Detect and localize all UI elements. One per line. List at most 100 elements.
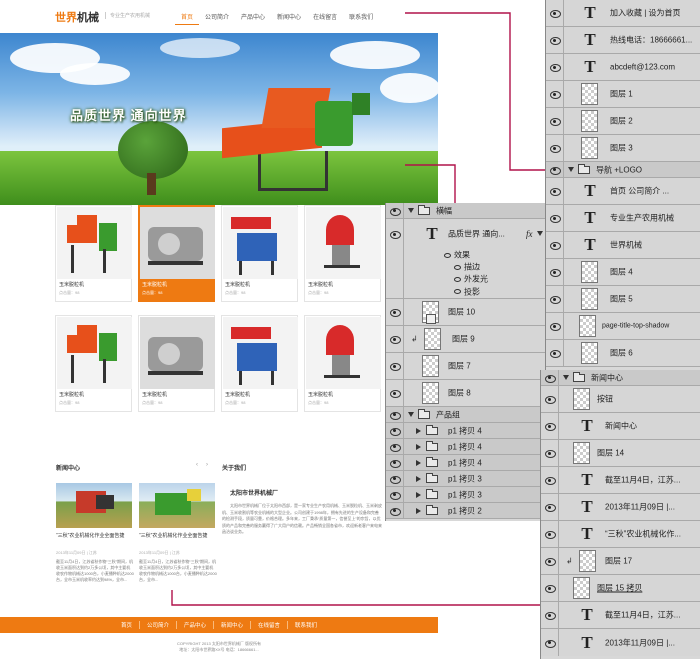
product-card[interactable]: 玉米脱粒机 点击量：98 — [304, 315, 381, 412]
layer-row[interactable]: 图层 4 — [546, 259, 700, 286]
news-item-title[interactable]: “三秋”农业机械化作业全面告捷 — [139, 533, 217, 540]
footer-nav-about[interactable]: 公司简介 — [140, 621, 177, 629]
layer-row[interactable]: T 2013年11月09日 |... — [541, 494, 700, 521]
collapsed-triangle-icon[interactable] — [416, 459, 421, 466]
visibility-eye-icon[interactable] — [550, 37, 561, 45]
nav-item-contact[interactable]: 联系我们 — [343, 9, 379, 25]
effect-eye-icon[interactable] — [454, 289, 461, 294]
product-card[interactable]: 玉米脱粒机 点击量：98 — [138, 315, 215, 412]
product-card[interactable]: 玉米脱粒机 点击量：98 — [55, 205, 132, 302]
layer-row[interactable]: T 新闻中心 — [541, 413, 700, 440]
visibility-eye-icon[interactable] — [550, 242, 561, 250]
footer-nav-home[interactable]: 首页 — [114, 621, 140, 629]
visibility-eye-icon[interactable] — [390, 443, 401, 452]
layer-row[interactable]: 图层 2 — [546, 108, 700, 135]
expand-triangle-icon[interactable] — [568, 166, 574, 172]
visibility-eye-icon[interactable] — [390, 491, 401, 500]
nav-item-about[interactable]: 公司简介 — [199, 9, 235, 25]
visibility-eye-icon[interactable] — [390, 363, 401, 371]
product-card[interactable]: 玉米脱粒机 点击量：98 — [304, 205, 381, 302]
layer-row[interactable]: 图层 8 — [386, 380, 545, 407]
layer-row[interactable]: 图层 14 — [541, 440, 700, 467]
layer-group-row[interactable]: p1 拷贝 4 — [386, 455, 545, 471]
expand-triangle-icon[interactable] — [563, 374, 569, 380]
layer-row[interactable]: T 加入收藏 | 设为首页 — [546, 0, 700, 27]
collapsed-triangle-icon[interactable] — [416, 507, 421, 514]
layer-row[interactable]: T 截至11月4日，江苏... — [541, 602, 700, 629]
visibility-eye-icon[interactable] — [550, 296, 561, 304]
product-card[interactable]: 玉米脱粒机 点击量：98 — [221, 315, 298, 412]
visibility-eye-icon[interactable] — [545, 558, 556, 566]
visibility-eye-icon[interactable] — [390, 459, 401, 468]
effect-eye-icon[interactable] — [454, 276, 461, 282]
layer-group-row[interactable]: p1 拷贝 4 — [386, 439, 545, 455]
collapsed-triangle-icon[interactable] — [416, 427, 421, 434]
visibility-eye-icon[interactable] — [390, 507, 401, 516]
layer-group-row[interactable]: 横幅 — [386, 203, 545, 219]
layer-row[interactable]: T 截至11月4日，江苏... — [541, 467, 700, 494]
visibility-eye-icon[interactable] — [550, 118, 561, 126]
collapsed-triangle-icon[interactable] — [416, 475, 421, 482]
effect-eye-icon[interactable] — [444, 252, 451, 258]
visibility-eye-icon[interactable] — [545, 612, 556, 620]
expand-triangle-icon[interactable] — [408, 207, 414, 213]
layer-row[interactable]: T “三秋”农业机械化作... — [541, 521, 700, 548]
layer-group-row[interactable]: p1 拷贝 4 — [386, 423, 545, 439]
news-thumbnail[interactable] — [56, 483, 132, 528]
product-card[interactable]: 玉米脱粒机 点击量：98 — [221, 205, 298, 302]
collapsed-triangle-icon[interactable] — [416, 443, 421, 450]
layer-row[interactable]: ↲ 图层 17 — [541, 548, 700, 575]
visibility-eye-icon[interactable] — [550, 215, 561, 223]
layer-row[interactable]: 图层 7 — [386, 353, 545, 380]
visibility-eye-icon[interactable] — [545, 477, 556, 485]
visibility-eye-icon[interactable] — [550, 188, 561, 196]
product-card[interactable]: 玉米脱粒机 点击量：98 — [55, 315, 132, 412]
layer-row[interactable]: page-title-top-shadow — [546, 313, 700, 340]
visibility-eye-icon[interactable] — [545, 639, 556, 648]
footer-nav-news[interactable]: 新闻中心 — [214, 621, 252, 629]
layer-group-row[interactable]: 产品组 — [386, 407, 545, 423]
footer-nav-message[interactable]: 在线留言 — [251, 621, 289, 629]
visibility-eye-icon[interactable] — [390, 475, 401, 484]
visibility-eye-icon[interactable] — [390, 336, 401, 344]
layer-row[interactable]: 图层 1 — [546, 81, 700, 108]
footer-nav-contact[interactable]: 联系我们 — [288, 621, 324, 629]
layer-row[interactable]: T 2013年11月09日 |... — [541, 629, 700, 656]
nav-item-message[interactable]: 在线留言 — [307, 9, 343, 25]
nav-item-products[interactable]: 产品中心 — [235, 9, 271, 25]
visibility-eye-icon[interactable] — [390, 390, 401, 398]
news-prev-button[interactable]: ‹ — [196, 462, 198, 468]
visibility-eye-icon[interactable] — [390, 207, 401, 216]
expand-triangle-icon[interactable] — [408, 411, 414, 417]
news-next-button[interactable]: › — [206, 462, 208, 468]
visibility-eye-icon[interactable] — [550, 145, 561, 153]
layer-row[interactable]: 按钮 — [541, 386, 700, 413]
product-card[interactable]: 玉米脱粒机 点击量：98 — [138, 205, 215, 302]
visibility-eye-icon[interactable] — [545, 504, 556, 512]
visibility-eye-icon[interactable] — [390, 411, 401, 420]
visibility-eye-icon[interactable] — [545, 450, 556, 458]
layer-row[interactable]: T 品质世界 通向... fx — [386, 219, 545, 249]
layer-row[interactable]: T 首页 公司简介 ... — [546, 178, 700, 205]
layer-row[interactable]: T abcdeft@123.com — [546, 54, 700, 81]
fx-effects-icon[interactable]: fx — [526, 229, 533, 239]
news-thumbnail[interactable] — [139, 483, 215, 528]
layer-group-row[interactable]: p1 拷贝 3 — [386, 487, 545, 503]
layer-row[interactable]: 图层 5 — [546, 286, 700, 313]
visibility-eye-icon[interactable] — [550, 10, 561, 18]
layer-row[interactable]: 图层 3 — [546, 135, 700, 162]
effect-eye-icon[interactable] — [454, 264, 461, 270]
visibility-eye-icon[interactable] — [550, 323, 561, 331]
layer-row[interactable]: T 世界机械 — [546, 232, 700, 259]
visibility-eye-icon[interactable] — [545, 396, 556, 404]
footer-nav-products[interactable]: 产品中心 — [177, 621, 214, 629]
layer-row[interactable]: 图层 10 — [386, 299, 545, 326]
visibility-eye-icon[interactable] — [545, 374, 556, 383]
site-logo[interactable]: 世界机械 — [55, 9, 99, 25]
visibility-eye-icon[interactable] — [550, 269, 561, 277]
visibility-eye-icon[interactable] — [550, 91, 561, 99]
layer-group-row[interactable]: p1 拷贝 2 — [386, 503, 545, 519]
visibility-eye-icon[interactable] — [550, 350, 561, 358]
visibility-eye-icon[interactable] — [390, 231, 401, 239]
nav-item-home[interactable]: 首页 — [175, 9, 200, 25]
